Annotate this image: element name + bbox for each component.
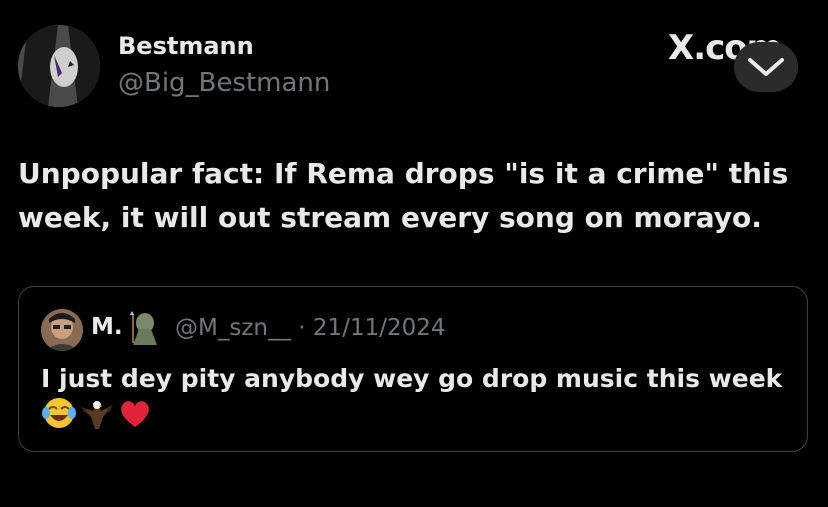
eagle-icon [79, 395, 115, 431]
quoted-tweet-text: I just dey pity anybody wey go drop musi… [41, 364, 783, 393]
author-handle[interactable]: @Big_Bestmann [118, 68, 330, 98]
troll-emoji-icon [129, 309, 161, 345]
separator-dot: · [298, 315, 306, 341]
quoted-tweet-emojis [41, 393, 153, 433]
author-display-name[interactable]: Bestmann [118, 32, 254, 60]
quoted-author-avatar[interactable] [41, 309, 83, 351]
quoted-tweet-date: 21/11/2024 [312, 315, 446, 341]
face-with-tears-of-joy-icon [41, 395, 77, 431]
quoted-author-handle: @M_szn__ [175, 315, 291, 341]
quoted-author-handle-date[interactable]: @M_szn__ · 21/11/2024 [175, 315, 446, 341]
quoted-tweet-card[interactable]: M. @M_szn__ · 21/11/2024 I just dey pity… [18, 286, 808, 452]
expand-button[interactable] [734, 42, 798, 92]
tweet-text: Unpopular fact: If Rema drops "is it a c… [18, 157, 789, 234]
author-avatar[interactable] [18, 25, 100, 107]
quoted-author-name[interactable]: M. [91, 314, 123, 340]
chevron-down-icon [748, 58, 784, 76]
red-heart-icon [117, 395, 153, 431]
